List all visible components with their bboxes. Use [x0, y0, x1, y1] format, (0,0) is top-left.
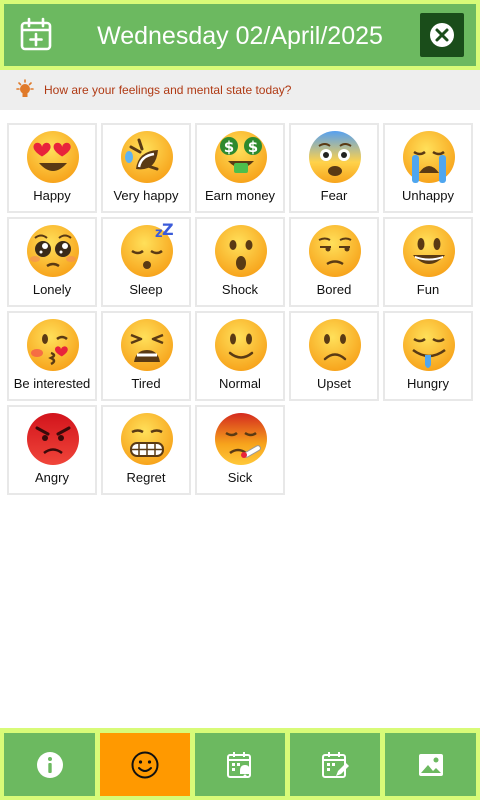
drooling-face-icon: [403, 319, 455, 371]
close-circle-icon: [430, 23, 454, 47]
sleeping-face-icon: z Z: [121, 223, 174, 277]
image-icon: [418, 753, 443, 776]
close-button[interactable]: [420, 13, 464, 57]
emotion-label: Fear: [320, 188, 348, 203]
emotion-label: Bored: [316, 282, 352, 297]
lightbulb-icon: [16, 79, 34, 97]
calendar-alert-icon: [227, 751, 251, 778]
emotion-tile-normal[interactable]: Normal: [195, 311, 285, 401]
emotion-tile-shock[interactable]: Shock: [195, 217, 285, 307]
emotion-label: Sleep: [129, 282, 163, 297]
emotion-label: Regret: [126, 470, 166, 485]
info-icon: [36, 751, 63, 778]
emotion-tile-sick[interactable]: Sick: [195, 405, 285, 495]
svg-text:Z: Z: [162, 223, 174, 239]
emotion-tile-fun[interactable]: Fun: [383, 217, 473, 307]
emotion-label: Hungry: [407, 376, 449, 391]
pleading-face-icon: [27, 225, 79, 277]
emotion-tile-unhappy[interactable]: Unhappy: [383, 123, 473, 213]
emotion-tile-angry[interactable]: Angry: [7, 405, 97, 495]
smiley-icon: [131, 751, 159, 778]
svg-text:$: $: [224, 138, 234, 156]
emotion-label: Tired: [131, 376, 161, 391]
emotion-label: Lonely: [32, 282, 72, 297]
unamused-face-icon: [309, 225, 361, 277]
feelings-prompt: How are your feelings and mental state t…: [0, 70, 480, 110]
money-mouth-face-icon: $ $: [215, 131, 267, 183]
grinning-face-icon: [403, 225, 455, 277]
prompt-text: How are your feelings and mental state t…: [44, 83, 292, 97]
emotion-label: Sick: [227, 470, 253, 485]
heart-eyes-face-icon: [27, 131, 79, 183]
emotion-label: Earn money: [204, 188, 276, 203]
app-screen: Wednesday 02/April/2025 How are your fee…: [0, 0, 480, 800]
emotion-tile-sleep[interactable]: z Z Sleep: [101, 217, 191, 307]
angry-face-icon: [27, 413, 79, 465]
emotion-label: Shock: [221, 282, 259, 297]
emotion-label: Happy: [33, 188, 71, 203]
kissing-face-icon: [27, 319, 79, 371]
emotion-tile-earn-money[interactable]: $ $ Earn money: [195, 123, 285, 213]
grimacing-face-icon: [121, 413, 173, 465]
emotion-tile-happy[interactable]: Happy: [7, 123, 97, 213]
emotion-tile-very-happy[interactable]: Very happy: [101, 123, 191, 213]
emotion-tile-lonely[interactable]: Lonely: [7, 217, 97, 307]
calendar-plus-icon[interactable]: [18, 17, 54, 53]
emotion-label: Unhappy: [401, 188, 455, 203]
calendar-edit-icon: [322, 751, 349, 778]
emotion-label: Angry: [35, 470, 69, 485]
tired-face-icon: [121, 319, 173, 371]
emotion-tile-bored[interactable]: Bored: [289, 217, 379, 307]
emotion-label: Normal: [219, 376, 261, 391]
tab-info[interactable]: [4, 733, 95, 796]
bottom-tab-bar: [0, 728, 480, 800]
tab-smiley[interactable]: [100, 733, 190, 796]
emotion-label: Fun: [416, 282, 440, 297]
rolling-laughing-face-icon: [121, 131, 173, 183]
slight-smile-face-icon: [215, 319, 267, 371]
tab-calendar-edit[interactable]: [290, 733, 380, 796]
tab-image[interactable]: [385, 733, 476, 796]
hushed-face-icon: [215, 225, 267, 277]
emotion-tile-upset[interactable]: Upset: [289, 311, 379, 401]
svg-text:$: $: [248, 138, 258, 156]
emotion-label: Very happy: [113, 188, 179, 203]
emotion-tile-fear[interactable]: Fear: [289, 123, 379, 213]
crying-face-icon: [403, 131, 455, 183]
emotion-label: Upset: [317, 376, 351, 391]
emotion-tile-tired[interactable]: Tired: [101, 311, 191, 401]
fearful-face-icon: [309, 131, 361, 183]
frowning-face-icon: [309, 319, 361, 371]
emotion-label: Be interested: [13, 376, 91, 391]
header-bar: Wednesday 02/April/2025: [0, 0, 480, 70]
thermometer-face-icon: [215, 413, 267, 465]
tab-calendar-alert[interactable]: [195, 733, 285, 796]
page-title: Wednesday 02/April/2025: [97, 22, 383, 50]
emotion-tile-regret[interactable]: Regret: [101, 405, 191, 495]
emotion-tile-hungry[interactable]: Hungry: [383, 311, 473, 401]
emotion-tile-be-interested[interactable]: Be interested: [7, 311, 97, 401]
